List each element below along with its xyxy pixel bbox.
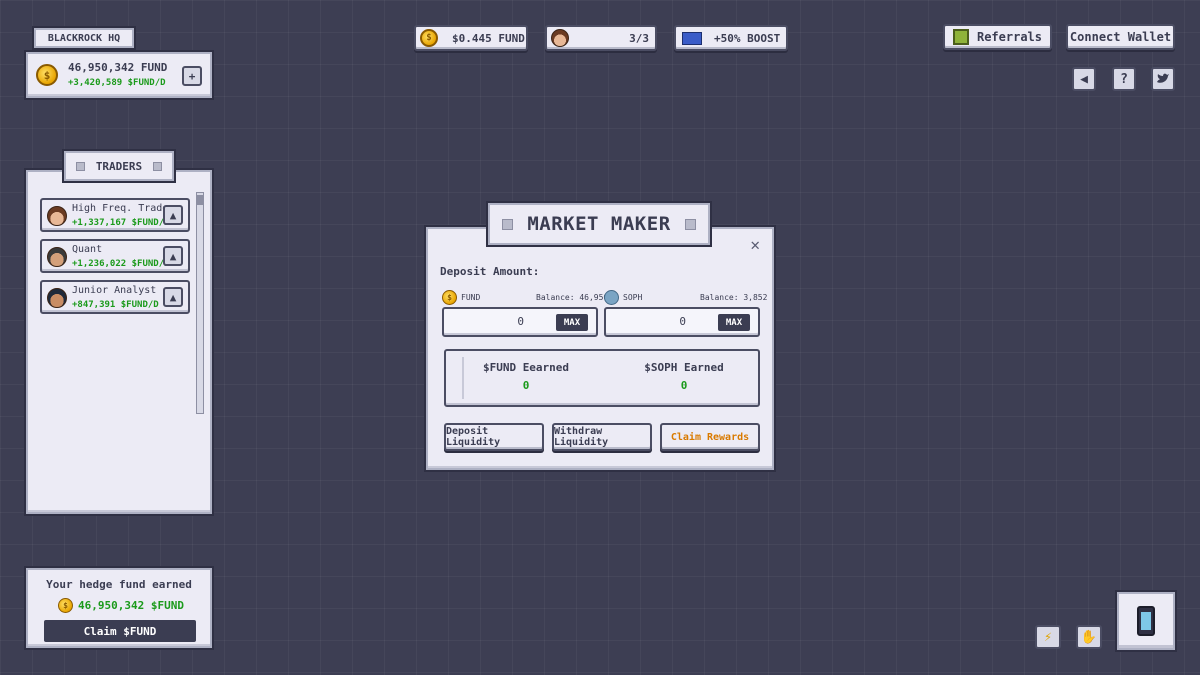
earned-amount: 46,950,342 $FUND [78,599,184,612]
hand-icon[interactable]: ✋ [1076,625,1102,649]
soph-token-row: SOPH [604,290,642,305]
claim-fund-label: Claim $FUND [83,624,157,638]
upgrade-button[interactable]: ▲ [163,246,183,266]
fund-amount-value: 0 [517,315,524,328]
trader-name: High Freq. Trader [72,203,175,214]
connect-wallet-button[interactable]: Connect Wallet [1066,24,1175,50]
earned-amount-row: $ 46,950,342 $FUND [58,598,184,613]
market-maker-modal: ✕ Deposit Amount: $ FUND Balance: 46,950… [426,227,774,470]
hq-total-fund: 46,950,342 FUND [68,61,168,74]
trader-name: Junior Analyst [72,285,157,296]
traders-title-tab: TRADERS [64,151,174,181]
soph-earned-label: $SOPH Earned [644,361,724,374]
square-icon [685,218,696,230]
trader-avatar-icon [47,288,67,308]
traders-count-pill: 3/3 [545,25,657,51]
coin-icon: $ [58,598,73,613]
arrow-up-icon: ▲ [169,249,177,263]
market-maker-title: MARKET MAKER [527,213,671,235]
connect-wallet-label: Connect Wallet [1069,30,1172,44]
soph-earned-value: 0 [680,379,688,392]
market-maker-title-tab: MARKET MAKER [488,203,710,245]
soph-amount-value: 0 [679,315,686,328]
fund-token-row: $ FUND [442,290,480,305]
card-icon [682,32,702,45]
traders-count: 3/3 [629,32,649,45]
phone-button[interactable] [1117,592,1175,650]
trader-rate: +847,391 $FUND/D [72,300,159,310]
coin-icon: $ [442,290,457,305]
phone-icon [1137,606,1155,636]
deposit-liquidity-label: Deposit Liquidity [446,426,501,448]
earned-title: Your hedge fund earned [46,578,192,591]
earned-panel: Your hedge fund earned $ 46,950,342 $FUN… [26,568,212,648]
fund-amount-input[interactable]: 0 MAX [442,307,598,337]
arrow-up-icon: ▲ [169,290,177,304]
soph-icon [604,290,619,305]
hq-tab[interactable]: BLACKROCK HQ [34,28,134,48]
arrow-up-icon: ▲ [169,208,177,222]
claim-fund-button[interactable]: Claim $FUND [44,620,196,642]
boost-pill: +50% BOOST [674,25,788,51]
trader-name: Quant [72,244,103,255]
help-glyph: ? [1120,71,1128,87]
soph-amount-input[interactable]: 0 MAX [604,307,760,337]
boost-label: +50% BOOST [714,32,781,45]
scrollbar-thumb[interactable] [197,195,203,205]
fund-token: FUND [461,293,481,302]
hq-tab-label: BLACKROCK HQ [47,32,121,44]
upgrade-button[interactable]: ▲ [163,205,183,225]
price-pill: $ $0.445 FUND [414,25,528,51]
help-icon[interactable]: ? [1112,67,1136,91]
add-fund-button[interactable]: + [182,66,202,86]
speaker-icon[interactable]: ◀ [1072,67,1096,91]
trader-row[interactable]: Junior Analyst +847,391 $FUND/D ▲ [40,280,190,314]
claim-rewards-button[interactable]: Claim Rewards [660,423,760,451]
fund-max-button[interactable]: MAX [556,314,588,331]
square-icon [152,161,162,171]
soph-balance: Balance: 3,852 [700,293,768,302]
coin-icon: $ [420,29,438,47]
hq-balance-panel: $ 46,950,342 FUND +3,420,589 $FUND/D + [26,52,212,98]
twitter-icon[interactable] [1151,67,1175,91]
price-label: $0.445 FUND [452,31,525,45]
fund-earned-label: $FUND Eearned [482,361,570,374]
trader-row[interactable]: High Freq. Trader +1,337,167 $FUND/D ▲ [40,198,190,232]
withdraw-liquidity-button[interactable]: Withdraw Liquidity [552,423,652,451]
trader-avatar-icon [47,206,67,226]
claim-rewards-label: Claim Rewards [670,431,750,443]
upgrade-button[interactable]: ▲ [163,287,183,307]
coin-icon: $ [36,64,58,86]
trader-rate: +1,337,167 $FUND/D [72,218,170,228]
hq-rate: +3,420,589 $FUND/D [68,78,166,88]
referrals-button[interactable]: Referrals [943,24,1052,50]
soph-max-button[interactable]: MAX [718,314,750,331]
trader-avatar-icon [551,29,569,47]
traders-panel: High Freq. Trader +1,337,167 $FUND/D ▲ Q… [26,170,212,514]
square-icon [502,218,513,230]
plus-icon: + [188,69,196,83]
traders-scrollbar[interactable] [196,192,204,414]
trader-avatar-icon [47,247,67,267]
deposit-label: Deposit Amount: [440,265,540,278]
withdraw-liquidity-label: Withdraw Liquidity [554,426,609,448]
lightning-icon[interactable]: ⚡ [1035,625,1061,649]
close-icon[interactable]: ✕ [750,235,760,254]
trader-rate: +1,236,022 $FUND/D [72,259,170,269]
referrals-label: Referrals [976,30,1043,44]
soph-token: SOPH [623,293,643,302]
square-icon [76,161,85,171]
fund-earned-value: 0 [522,379,530,392]
trader-row[interactable]: Quant +1,236,022 $FUND/D ▲ [40,239,190,273]
gift-icon [952,29,969,45]
deposit-liquidity-button[interactable]: Deposit Liquidity [444,423,544,451]
traders-title: TRADERS [95,159,143,173]
earned-box: $FUND Eearned 0 $SOPH Earned 0 [444,349,760,407]
fund-balance: Balance: 46,950 [536,293,609,302]
